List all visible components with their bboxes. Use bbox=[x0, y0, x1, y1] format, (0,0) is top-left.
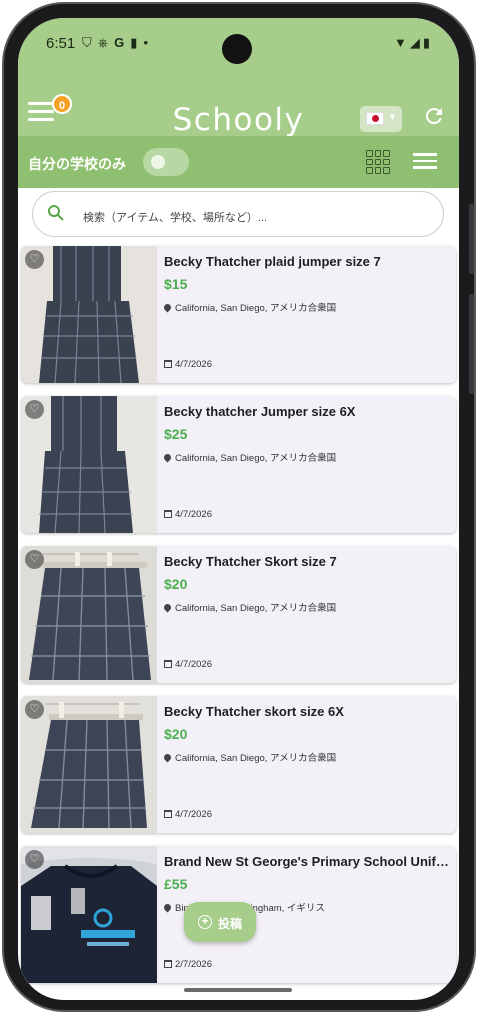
status-time: 6:51 bbox=[46, 35, 76, 52]
usb-icon: ⎈ bbox=[97, 35, 115, 50]
battery-icon: ▮ bbox=[422, 35, 433, 50]
calendar-icon bbox=[164, 660, 172, 668]
list-item[interactable]: ♡ Becky Thatcher plaid jumper size 7 $15… bbox=[21, 246, 456, 383]
plus-circle-icon: + bbox=[198, 915, 212, 929]
item-location-text: California, San Diego, アメリカ合衆国 bbox=[175, 753, 337, 764]
dot-icon: • bbox=[143, 35, 155, 50]
status-left-icons: ⛉⎈G▮• bbox=[82, 35, 154, 51]
item-location: California, San Diego, アメリカ合衆国 bbox=[162, 300, 337, 314]
refresh-icon[interactable] bbox=[422, 104, 446, 128]
item-title: Brand New St George's Primary School Uni… bbox=[164, 854, 450, 869]
sweatshirt-photo: ♡ bbox=[21, 846, 157, 983]
plaid-jumper-photo: ♡ bbox=[21, 396, 157, 533]
search-icon bbox=[48, 205, 64, 221]
item-title: Becky thatcher Jumper size 6X bbox=[164, 404, 356, 419]
item-price: $20 bbox=[164, 576, 188, 592]
item-location-text: California, San Diego, アメリカ合衆国 bbox=[175, 603, 337, 614]
grid-view-icon[interactable] bbox=[366, 150, 390, 174]
item-price: £55 bbox=[164, 876, 188, 892]
status-bar: 6:51 ⛉⎈G▮• ▼◢▮ bbox=[18, 18, 459, 72]
favorite-icon[interactable]: ♡ bbox=[25, 850, 44, 869]
volume-button bbox=[469, 204, 474, 274]
search-area: 検索（アイテム、学校、場所など）... bbox=[18, 188, 459, 246]
list-item[interactable]: ♡ Becky thatcher Jumper size 6X $25 Cali… bbox=[21, 396, 456, 533]
power-button bbox=[469, 294, 474, 394]
item-price: $20 bbox=[164, 726, 188, 742]
post-button-label: 投稿 bbox=[218, 917, 243, 931]
own-school-label: 自分の学校のみ bbox=[28, 156, 126, 172]
calendar-icon bbox=[164, 510, 172, 518]
wifi-icon: ▼ bbox=[393, 35, 410, 50]
gesture-bar bbox=[184, 988, 292, 992]
language-selector[interactable]: ▼ bbox=[360, 106, 402, 132]
filter-bar: 自分の学校のみ bbox=[18, 136, 459, 188]
item-location: California, San Diego, アメリカ合衆国 bbox=[162, 450, 337, 464]
favorite-icon[interactable]: ♡ bbox=[25, 250, 44, 269]
location-pin-icon bbox=[162, 602, 173, 613]
item-location: California, San Diego, アメリカ合衆国 bbox=[162, 600, 337, 614]
screen: 6:51 ⛉⎈G▮• ▼◢▮ 0 Schooly ▼ 自分の学校のみ 検索（アイ… bbox=[18, 18, 459, 1000]
list-item[interactable]: ♡ Becky Thatcher skort size 6X $20 Calif… bbox=[21, 696, 456, 833]
item-price: $25 bbox=[164, 426, 188, 442]
shield-icon: ⛉ bbox=[82, 35, 98, 50]
item-date-text: 4/7/2026 bbox=[175, 809, 212, 820]
favorite-icon[interactable]: ♡ bbox=[25, 550, 44, 569]
item-date: 4/7/2026 bbox=[164, 359, 212, 370]
google-icon: G bbox=[114, 35, 131, 50]
item-date-text: 4/7/2026 bbox=[175, 359, 212, 370]
item-location-text: California, San Diego, アメリカ合衆国 bbox=[175, 303, 337, 314]
item-title: Becky Thatcher plaid jumper size 7 bbox=[164, 254, 381, 269]
item-title: Becky Thatcher Skort size 7 bbox=[164, 554, 337, 569]
item-location: California, San Diego, アメリカ合衆国 bbox=[162, 750, 337, 764]
location-pin-icon bbox=[162, 902, 173, 913]
calendar-icon bbox=[164, 360, 172, 368]
item-date-text: 4/7/2026 bbox=[175, 659, 212, 670]
item-location-text: California, San Diego, アメリカ合衆国 bbox=[175, 453, 337, 464]
favorite-icon[interactable]: ♡ bbox=[25, 400, 44, 419]
search-input[interactable]: 検索（アイテム、学校、場所など）... bbox=[32, 191, 444, 237]
item-price: $15 bbox=[164, 276, 188, 292]
item-date: 2/7/2026 bbox=[164, 959, 212, 970]
signal-icon: ◢ bbox=[409, 35, 423, 50]
calendar-icon bbox=[164, 810, 172, 818]
sim-icon: ▮ bbox=[130, 35, 144, 50]
plaid-skort-photo: ♡ bbox=[21, 696, 157, 833]
item-title: Becky Thatcher skort size 6X bbox=[164, 704, 344, 719]
item-date: 4/7/2026 bbox=[164, 509, 212, 520]
post-button[interactable]: + 投稿 bbox=[184, 902, 256, 942]
location-pin-icon bbox=[162, 302, 173, 313]
camera-cutout bbox=[222, 34, 252, 64]
status-right-icons: ▼◢▮ bbox=[394, 35, 433, 51]
search-placeholder: 検索（アイテム、学校、場所など）... bbox=[83, 212, 268, 224]
location-pin-icon bbox=[162, 452, 173, 463]
item-date: 4/7/2026 bbox=[164, 809, 212, 820]
item-date-text: 2/7/2026 bbox=[175, 959, 212, 970]
list-item[interactable]: ♡ Becky Thatcher Skort size 7 $20 Califo… bbox=[21, 546, 456, 683]
chevron-down-icon: ▼ bbox=[388, 112, 397, 122]
calendar-icon bbox=[164, 960, 172, 968]
item-date: 4/7/2026 bbox=[164, 659, 212, 670]
own-school-toggle[interactable] bbox=[143, 148, 189, 176]
jp-flag-icon bbox=[366, 112, 384, 125]
item-date-text: 4/7/2026 bbox=[175, 509, 212, 520]
list-view-icon[interactable] bbox=[413, 153, 437, 171]
toggle-knob bbox=[151, 155, 165, 169]
plaid-skort-photo: ♡ bbox=[21, 546, 157, 683]
plaid-jumper-photo: ♡ bbox=[21, 246, 157, 383]
location-pin-icon bbox=[162, 752, 173, 763]
favorite-icon[interactable]: ♡ bbox=[25, 700, 44, 719]
